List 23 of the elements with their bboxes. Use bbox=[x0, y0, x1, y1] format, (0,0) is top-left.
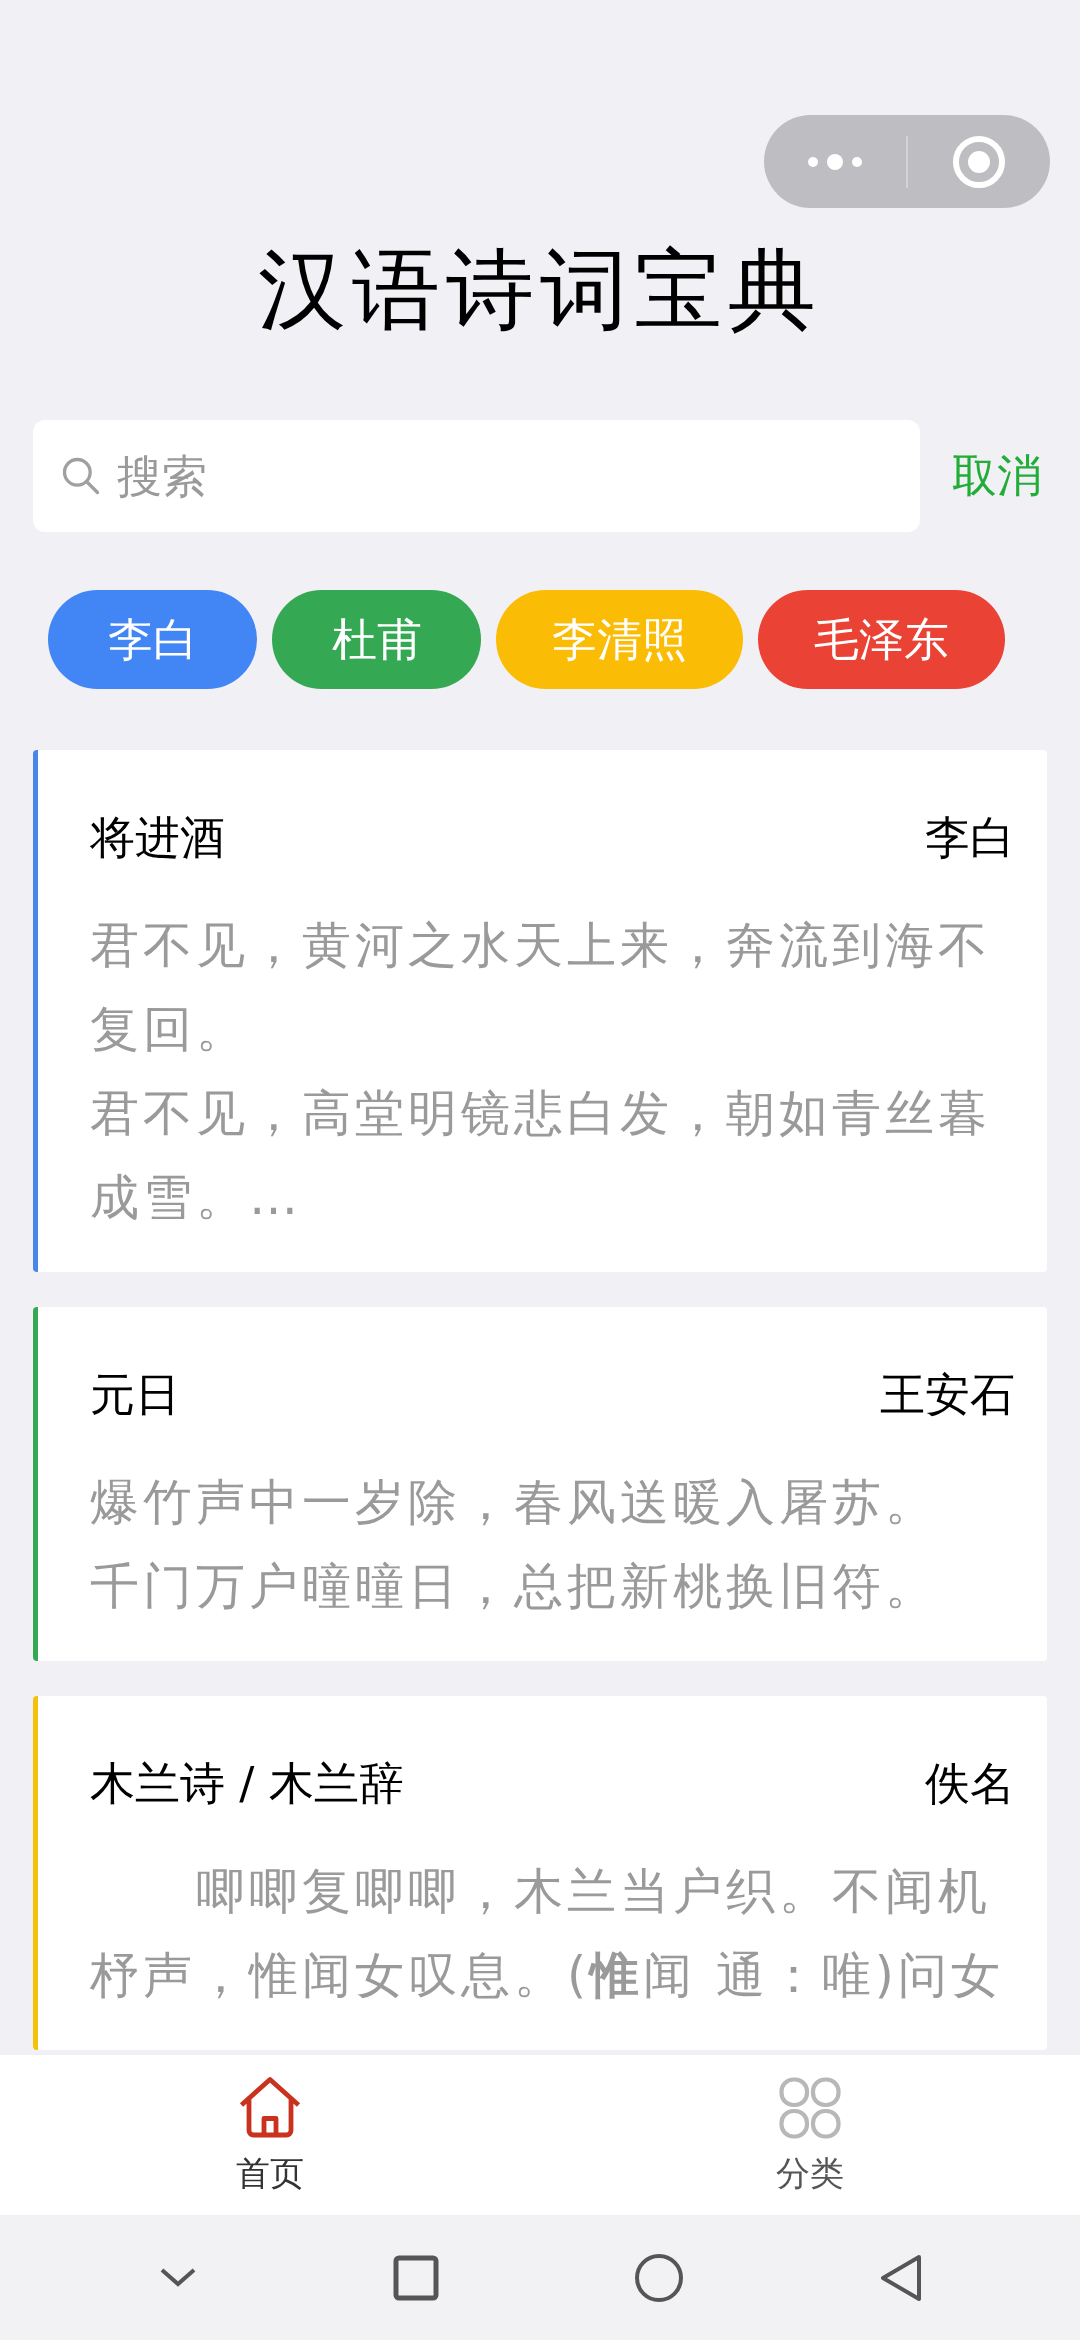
poem-title: 将进酒 bbox=[90, 810, 225, 866]
poem-text: 君不见，高堂明镜悲白发，朝如青丝暮成雪。… bbox=[90, 1084, 992, 1228]
tab-bar-item[interactable]: 首页 bbox=[0, 2055, 540, 2215]
poem-card[interactable]: 木兰诗 / 木兰辞 佚名 唧唧复唧唧，木兰当户织。不闻机杼声，惟闻女叹息。(惟闻 通：唯)问女 bbox=[33, 1696, 1047, 2050]
poem-card[interactable]: 将进酒 李白 君不见，黄河之水天上来，奔流到海不复回。 君不见，高堂明镜悲白发，朝如青丝暮成雪。… bbox=[33, 750, 1047, 1272]
poem-text: 千门万户曈曈日，总把新桃换旧符。 bbox=[90, 1557, 939, 1617]
back-icon[interactable] bbox=[878, 2252, 923, 2303]
tab-bar-item[interactable]: 分类 bbox=[540, 2055, 1080, 2215]
poem-author: 佚名 bbox=[925, 1756, 1015, 1812]
home-button-icon[interactable] bbox=[633, 2252, 684, 2303]
app-title: 汉语诗词宝典 bbox=[258, 237, 822, 343]
poem-author: 李白 bbox=[925, 810, 1015, 866]
poem-text: 君不见，黄河之水天上来，奔流到海不复回。 bbox=[90, 916, 992, 1060]
poem-text: 唧唧复唧唧，木兰当户织。不闻机杼声，惟闻女叹息。(惟闻 通：唯)问女 bbox=[90, 1862, 1005, 2006]
recents-icon[interactable] bbox=[392, 2254, 439, 2301]
search-field[interactable]: 搜索 bbox=[33, 420, 920, 532]
poet-tag[interactable]: 李白 bbox=[48, 590, 257, 689]
poem-card[interactable]: 元日 王安石 爆竹声中一岁除，春风送暖入屠苏。 千门万户曈曈日，总把新桃换旧符。 bbox=[33, 1307, 1047, 1661]
poem-title: 元日 bbox=[90, 1367, 180, 1423]
poem-title: 木兰诗 / 木兰辞 bbox=[90, 1756, 404, 1812]
poet-tag[interactable]: 毛泽东 bbox=[758, 590, 1005, 689]
poem-text: 爆竹声中一岁除，春风送暖入屠苏。 bbox=[90, 1473, 939, 1533]
poem-author: 王安石 bbox=[880, 1367, 1015, 1423]
